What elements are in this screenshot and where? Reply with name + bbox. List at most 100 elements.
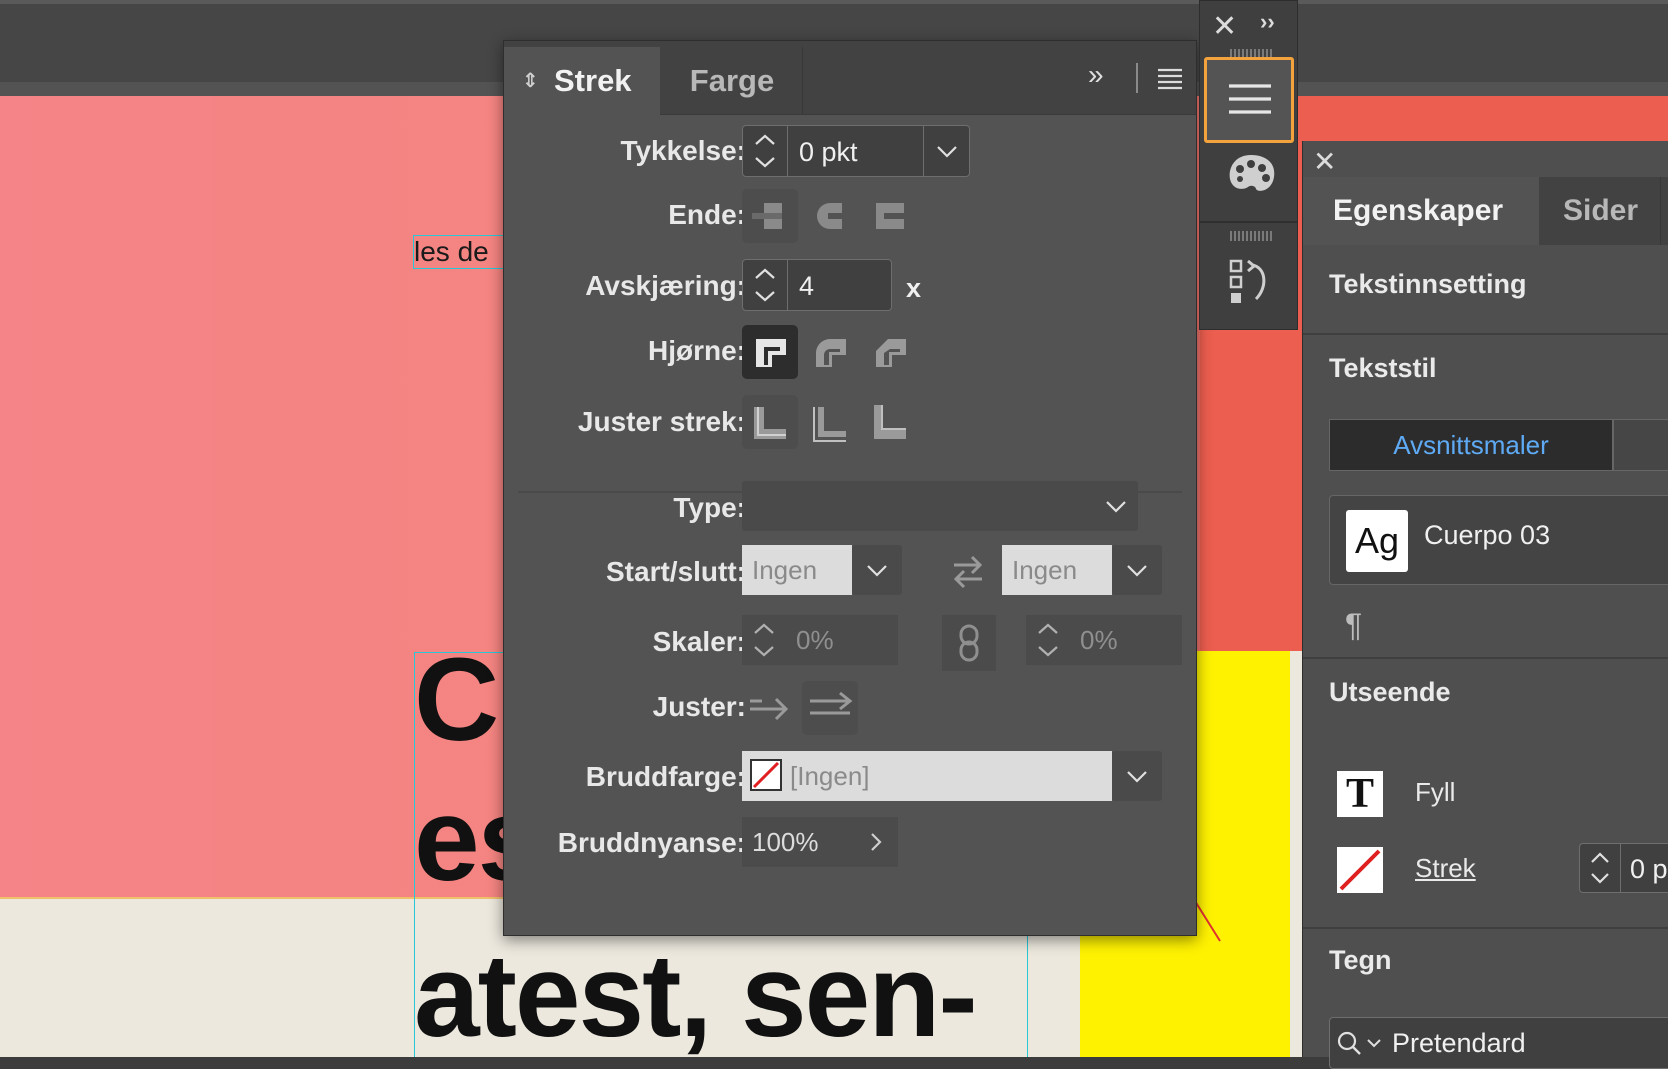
round-join-button[interactable]	[802, 325, 858, 379]
stroke-panel: ⇕ Strek Farge » Tykkelse: 0 pkt Ende: Av…	[503, 40, 1197, 936]
end-marker-value: Ingen	[1012, 555, 1078, 585]
dock-menu-button[interactable]	[1204, 57, 1294, 143]
swap-markers-icon[interactable]	[950, 553, 986, 589]
tab-bar-separator	[1136, 63, 1138, 93]
gap-color-field[interactable]: [Ingen]	[742, 751, 1112, 801]
section-utseende: Utseende	[1329, 677, 1451, 707]
section-separator	[1303, 657, 1668, 659]
bevel-join-icon	[876, 339, 906, 367]
history-icon[interactable]	[1228, 257, 1272, 307]
align-stroke-center-icon	[754, 407, 786, 439]
round-join-icon	[816, 339, 846, 367]
end-marker-chevron-icon	[1127, 565, 1147, 577]
dock-close-icon[interactable]: ✕	[1212, 9, 1237, 44]
miter-limit-suffix: x	[906, 273, 922, 303]
end-marker-field[interactable]: Ingen	[1002, 545, 1112, 595]
tab-reorder-icon: ⇕	[522, 70, 539, 92]
align-arrow-tip-button[interactable]	[742, 681, 798, 735]
stepper-arrows-icon	[754, 623, 774, 657]
small-text: les de	[414, 236, 489, 267]
bevel-join-button[interactable]	[862, 325, 918, 379]
miter-limit-value: 4	[799, 271, 815, 301]
gap-tint-field[interactable]: 100%	[742, 817, 898, 867]
align-stroke-outside-icon	[874, 405, 906, 439]
start-end-label: Start/slutt:	[606, 556, 746, 587]
dock-expand-icon[interactable]: ››	[1260, 9, 1275, 35]
section-tekststil: Tekststil	[1329, 353, 1437, 383]
miter-join-icon	[756, 339, 786, 367]
stepper-arrows-icon[interactable]	[1580, 844, 1620, 892]
properties-close-icon[interactable]: ✕	[1313, 145, 1336, 178]
character-styles-tab[interactable]	[1613, 419, 1668, 471]
start-marker-dropdown[interactable]	[852, 545, 902, 595]
dock-divider	[1200, 221, 1297, 223]
section-separator	[1303, 927, 1668, 929]
tab-egenskaper[interactable]: Egenskaper	[1303, 177, 1539, 245]
tab-strek[interactable]: ⇕ Strek	[504, 47, 660, 115]
stroke-link[interactable]: Strek	[1415, 853, 1476, 884]
tab-farge[interactable]: Farge	[662, 47, 803, 115]
link-scale-button[interactable]	[942, 615, 996, 671]
text-fill-icon[interactable]: T	[1337, 771, 1383, 817]
dock-grip[interactable]	[1230, 49, 1274, 57]
end-scale-value: 0%	[1080, 625, 1118, 655]
miter-limit-field[interactable]: 4	[742, 259, 892, 311]
butt-cap-icon	[752, 203, 782, 229]
projecting-cap-button[interactable]	[862, 189, 918, 243]
tab-sider[interactable]: Sider	[1541, 177, 1661, 245]
align-label: Juster:	[652, 691, 746, 722]
miter-limit-stepper[interactable]	[743, 260, 788, 310]
stroke-field-divider	[1620, 844, 1621, 892]
weight-dropdown-chevron-icon[interactable]	[935, 144, 959, 160]
start-scale-value: 0%	[796, 625, 834, 655]
gap-color-label: Bruddfarge:	[585, 761, 746, 792]
paragraph-options-icon[interactable]: ¶	[1345, 607, 1362, 644]
tab-strek-label: Strek	[554, 63, 632, 98]
projecting-cap-icon	[876, 203, 904, 229]
properties-panel: ✕ Egenskaper Sider Tekstinnsetting Tekst…	[1302, 141, 1668, 1069]
start-marker-field[interactable]: Ingen	[742, 545, 852, 595]
paragraph-styles-tab[interactable]: Avsnittsmaler	[1329, 419, 1613, 471]
menu-icon	[1229, 84, 1271, 114]
align-stroke-inside-button[interactable]	[802, 395, 858, 449]
start-scale-field[interactable]: 0%	[742, 615, 898, 665]
font-family-value: Pretendard	[1392, 1028, 1526, 1058]
align-stroke-outside-button[interactable]	[862, 395, 918, 449]
search-icon	[1337, 1031, 1381, 1055]
end-scale-field[interactable]: 0%	[1026, 615, 1182, 665]
weight-label: Tykkelse:	[620, 135, 746, 166]
gap-color-chevron-icon	[1127, 771, 1147, 783]
type-dropdown[interactable]	[742, 481, 1138, 531]
weight-stepper[interactable]	[743, 126, 788, 176]
miter-join-button[interactable]	[742, 325, 798, 379]
weight-field[interactable]: 0 pkt	[742, 125, 970, 177]
type-label: Type:	[673, 492, 746, 523]
stroke-weight-field[interactable]: 0 p	[1579, 843, 1668, 893]
chevron-right-icon[interactable]	[868, 831, 884, 853]
panel-menu-icon[interactable]	[1156, 67, 1184, 91]
properties-tabs: Egenskaper Sider	[1303, 177, 1668, 245]
paragraph-style-selector[interactable]: Ag Cuerpo 03	[1329, 495, 1668, 585]
weight-value: 0 pkt	[799, 137, 858, 167]
align-stroke-center-button[interactable]	[742, 395, 798, 449]
cap-label: Ende:	[668, 199, 746, 230]
font-family-field[interactable]: Pretendard	[1329, 1017, 1668, 1069]
end-marker-dropdown[interactable]	[1112, 545, 1162, 595]
headline-line-3: atest, sen-	[414, 930, 978, 1057]
stroke-none-icon[interactable]	[1337, 847, 1383, 893]
align-stroke-label: Juster strek:	[577, 406, 746, 437]
start-marker-value: Ingen	[752, 555, 818, 585]
join-label: Hjørne:	[648, 335, 746, 366]
none-swatch-icon	[750, 759, 782, 791]
butt-cap-button[interactable]	[742, 189, 798, 243]
stepper-arrows-icon	[1038, 623, 1058, 657]
stepper-arrows-icon	[755, 268, 775, 302]
dock-grip-2[interactable]	[1230, 231, 1274, 241]
panel-expand-icon[interactable]: »	[1088, 59, 1104, 91]
palette-icon[interactable]	[1226, 151, 1276, 195]
gap-color-dropdown[interactable]	[1112, 751, 1162, 801]
gap-tint-value: 100%	[752, 827, 819, 857]
align-arrow-end-button[interactable]	[802, 681, 858, 735]
stepper-arrows-icon	[755, 134, 775, 168]
round-cap-button[interactable]	[802, 189, 858, 243]
